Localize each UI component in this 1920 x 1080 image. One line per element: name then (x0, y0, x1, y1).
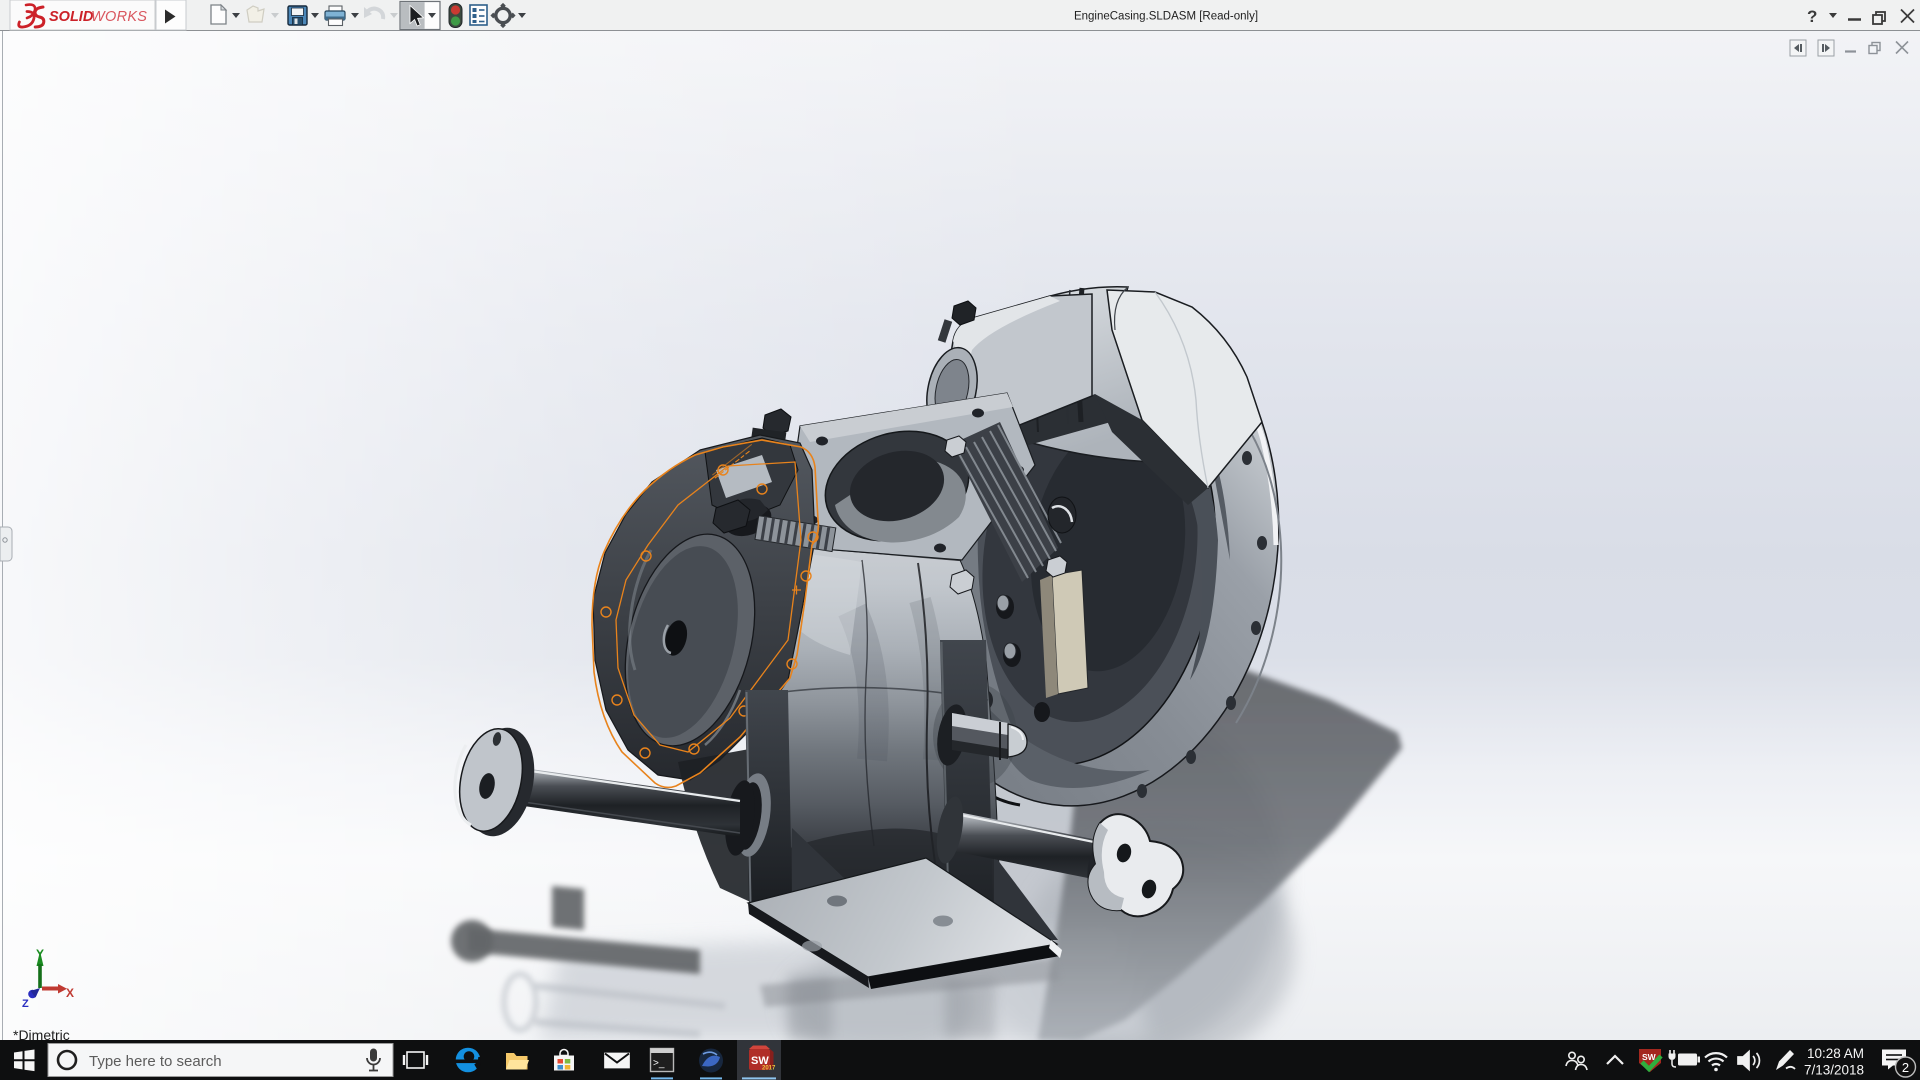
svg-text:2017: 2017 (762, 1066, 776, 1072)
svg-text:SOLID: SOLID (49, 9, 94, 25)
svg-text:10:28 AM: 10:28 AM (1807, 1046, 1864, 1061)
svg-text:WORKS: WORKS (91, 9, 147, 25)
svg-text:EngineCasing.SLDASM [Read-only: EngineCasing.SLDASM [Read-only] (1074, 11, 1258, 23)
svg-text:?: ? (1807, 7, 1817, 26)
svg-text:Y: Y (36, 947, 44, 961)
svg-text:7/13/2018: 7/13/2018 (1804, 1063, 1864, 1078)
svg-text:2: 2 (1902, 1060, 1909, 1075)
svg-text:>_: >_ (653, 1058, 665, 1069)
svg-text:Type here to search: Type here to search (89, 1053, 222, 1070)
svg-text:X: X (66, 986, 74, 1000)
svg-text:Z: Z (22, 998, 29, 1010)
